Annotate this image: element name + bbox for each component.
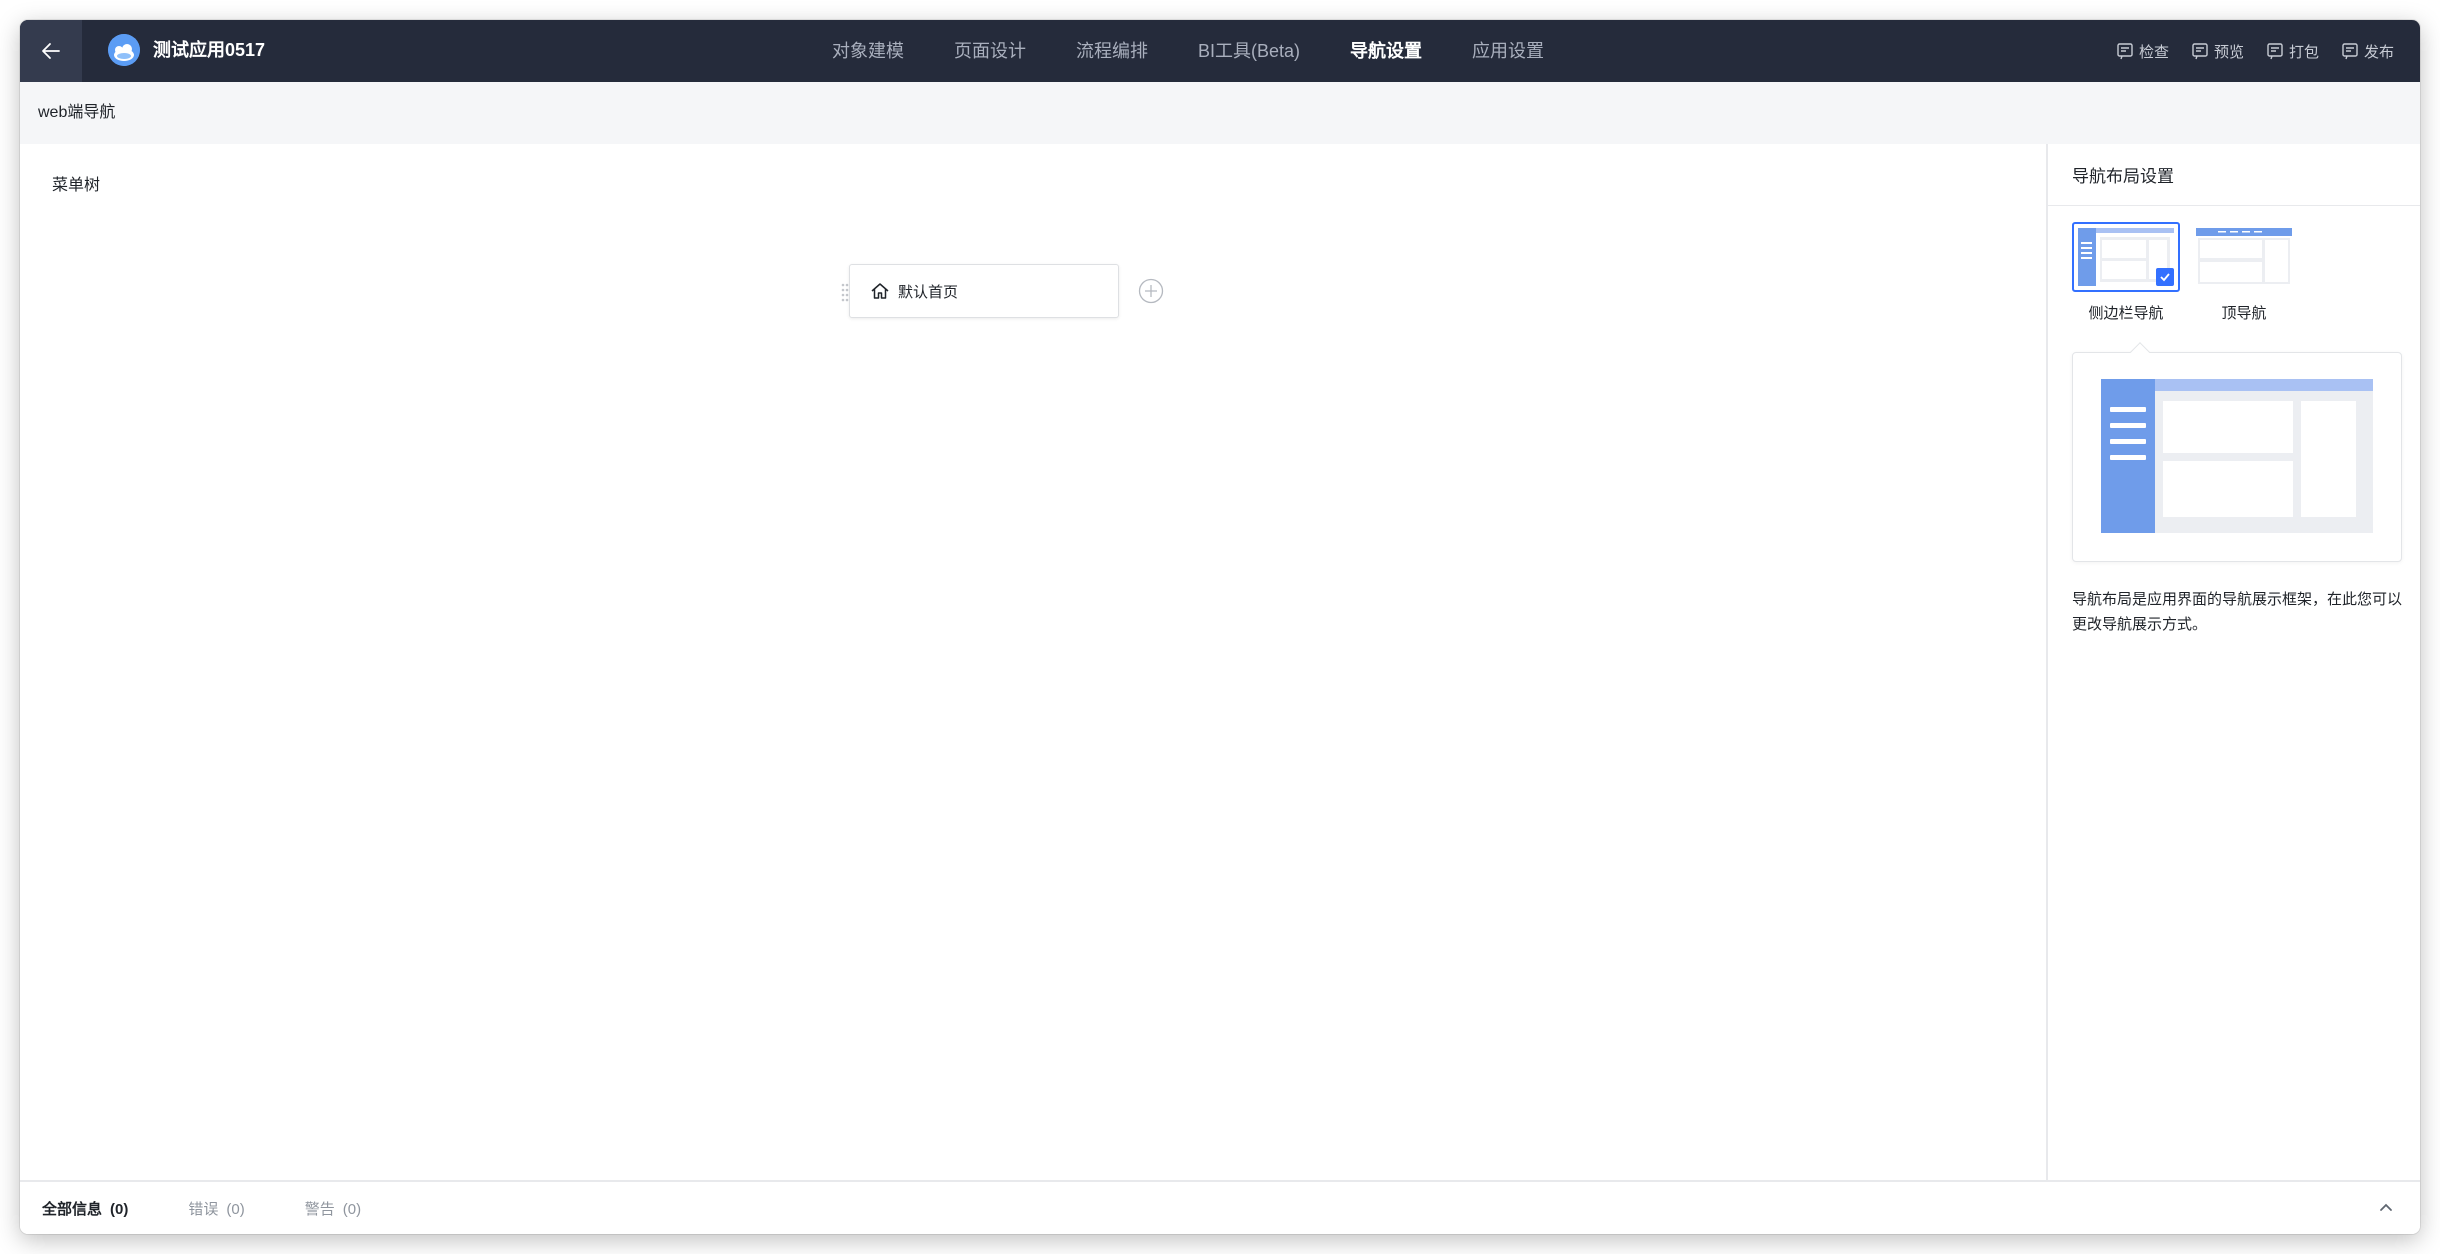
sidebar-layout-preview-illustration xyxy=(2101,379,2373,533)
menu-item-label: 默认首页 xyxy=(898,283,959,301)
top-layout-label: 顶导航 xyxy=(2221,305,2267,322)
sidebar-layout-thumbnail xyxy=(2072,222,2180,292)
panel-title: 导航布局设置 xyxy=(2048,144,2420,206)
top-layout-thumbnail xyxy=(2190,222,2298,292)
sidebar-layout-label: 侧边栏导航 xyxy=(2088,305,2164,322)
publish-doc-icon xyxy=(2342,43,2358,60)
check-button[interactable]: 检查 xyxy=(2116,41,2169,62)
check-doc-icon xyxy=(2117,43,2133,60)
all-messages-label: 全部信息 xyxy=(42,1200,103,1218)
tab-object-modeling[interactable]: 对象建模 xyxy=(832,39,904,63)
tab-navigation-settings[interactable]: 导航设置 xyxy=(1350,39,1422,63)
message-tabs: 全部信息 (0) 错误 (0) 警告 (0) xyxy=(42,1182,421,1234)
layout-option-sidebar[interactable]: 侧边栏导航 xyxy=(2072,222,2180,323)
tab-page-design[interactable]: 页面设计 xyxy=(954,39,1026,63)
preview-doc-icon xyxy=(2192,43,2208,60)
home-icon xyxy=(871,283,889,299)
errors-label: 错误 xyxy=(188,1200,219,1218)
toolbar-actions: 检查 预览 打包 发布 xyxy=(2094,20,2394,82)
tab-process-orchestration[interactable]: 流程编排 xyxy=(1076,39,1148,63)
package-doc-icon xyxy=(2267,43,2283,60)
chevron-up-icon xyxy=(2380,1203,2392,1211)
package-label: 打包 xyxy=(2288,43,2319,61)
main-nav: 对象建模 页面设计 流程编排 BI工具(Beta) 导航设置 应用设置 xyxy=(832,20,1594,82)
expand-panel-button[interactable] xyxy=(2374,1196,2398,1220)
warnings-count: (0) xyxy=(342,1200,362,1218)
layout-description: 导航布局是应用界面的导航展示框架，在此您可以更改导航展示方式。 xyxy=(2072,591,2403,633)
package-button[interactable]: 打包 xyxy=(2266,41,2319,62)
app-window: 测试应用0517 对象建模 页面设计 流程编排 BI工具(Beta) 导航设置 … xyxy=(20,20,2420,1234)
publish-button[interactable]: 发布 xyxy=(2341,41,2394,62)
preview-label: 预览 xyxy=(2213,43,2244,61)
all-messages-count: (0) xyxy=(110,1200,129,1218)
sub-header: web端导航 xyxy=(20,82,2420,144)
check-label: 检查 xyxy=(2138,43,2169,61)
layout-option-top[interactable]: 顶导航 xyxy=(2190,222,2298,323)
arrow-left-icon xyxy=(42,43,60,59)
menu-tree-canvas: 菜单树 默认首页 xyxy=(26,144,2050,1180)
menu-item-default-home[interactable]: 默认首页 xyxy=(849,264,1119,318)
message-bar: 全部信息 (0) 错误 (0) 警告 (0) xyxy=(20,1180,2420,1234)
selected-check-icon xyxy=(2156,268,2174,286)
warnings-label: 警告 xyxy=(304,1200,335,1218)
add-menu-item-icon[interactable] xyxy=(1138,278,1164,304)
tab-bi-tools[interactable]: BI工具(Beta) xyxy=(1198,39,1300,63)
app-name: 测试应用0517 xyxy=(153,40,266,60)
tab-app-settings[interactable]: 应用设置 xyxy=(1472,39,1544,63)
top-bar: 测试应用0517 对象建模 页面设计 流程编排 BI工具(Beta) 导航设置 … xyxy=(20,20,2420,82)
errors-count: (0) xyxy=(226,1200,245,1218)
page-title: web端导航 xyxy=(38,104,116,121)
layout-settings-panel: 导航布局设置 侧边栏导航 顶导航 导航布局是应用界面的导航展示框架，在此您可以更… xyxy=(2046,144,2420,1180)
app-logo xyxy=(108,34,140,66)
tab-warnings[interactable]: 警告 (0) xyxy=(305,1198,361,1219)
back-button[interactable] xyxy=(20,20,82,82)
menu-tree-title: 菜单树 xyxy=(52,177,101,194)
publish-label: 发布 xyxy=(2363,43,2394,61)
tab-errors[interactable]: 错误 (0) xyxy=(188,1198,244,1219)
tab-all-messages[interactable]: 全部信息 (0) xyxy=(42,1198,128,1219)
preview-button[interactable]: 预览 xyxy=(2191,41,2244,62)
layout-preview xyxy=(2072,342,2402,562)
